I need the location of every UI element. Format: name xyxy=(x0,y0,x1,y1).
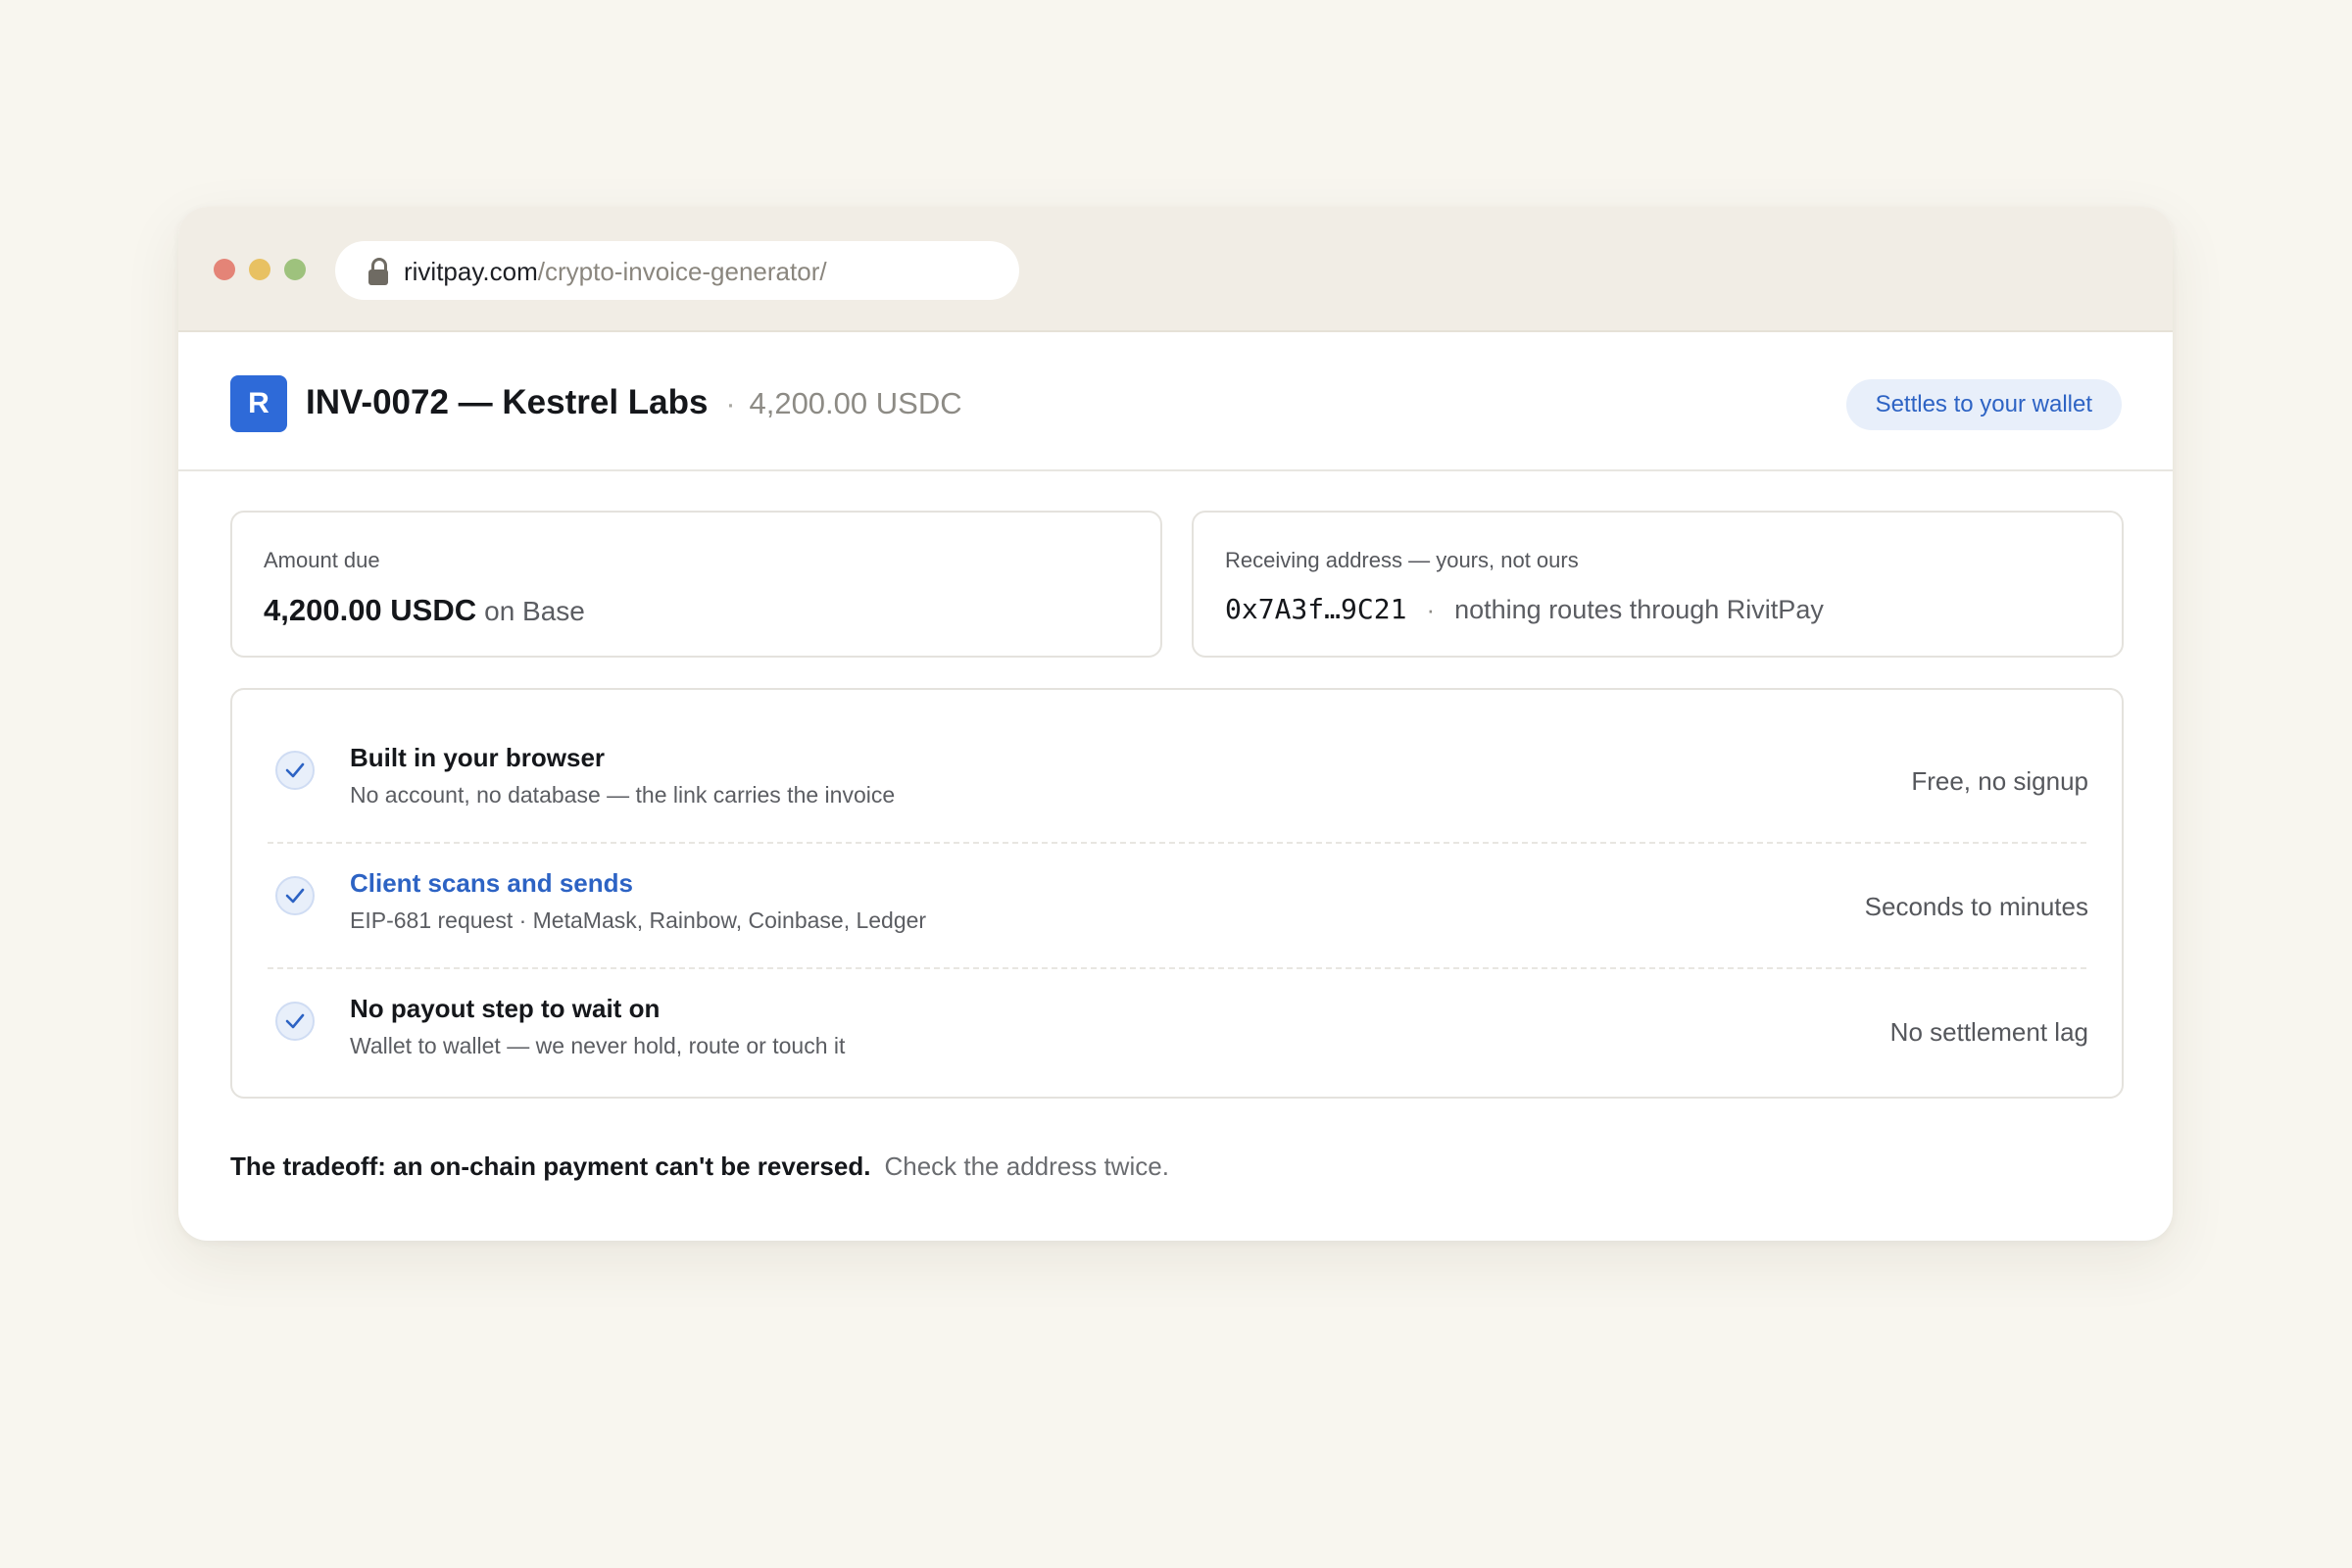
amount-due-value-line: 4,200.00 USDC on Base xyxy=(264,593,585,628)
feature-row: Client scans and sends EIP-681 request ·… xyxy=(232,841,2122,966)
url-path: /crypto-invoice-generator/ xyxy=(537,257,827,286)
client-scans-link[interactable]: Client scans and sends xyxy=(350,868,633,899)
feature-subtitle: Wallet to wallet — we never hold, route … xyxy=(350,1033,846,1058)
feature-detail: Seconds to minutes xyxy=(1864,892,2088,921)
feature-row: Built in your browser No account, no dat… xyxy=(232,715,2122,841)
browser-chrome: rivitpay.com/crypto-invoice-generator/ xyxy=(178,207,2173,332)
wallet-address[interactable]: 0x7A3f…9C21 xyxy=(1225,593,1406,625)
feature-subtitle: EIP-681 request · MetaMask, Rainbow, Coi… xyxy=(350,907,927,933)
feature-title: No payout step to wait on xyxy=(350,994,661,1023)
feature-title: Built in your browser xyxy=(350,743,606,772)
receiving-address-label: Receiving address — yours, not ours xyxy=(1225,548,1579,572)
browser-window: rivitpay.com/crypto-invoice-generator/ R… xyxy=(178,207,2173,1241)
tradeoff-note: The tradeoff: an on-chain payment can't … xyxy=(230,1152,1169,1182)
invoice-amount-summary: 4,200.00 USDC xyxy=(749,386,962,420)
amount-network: on Base xyxy=(484,596,585,626)
amount-due-card: Amount due 4,200.00 USDC on Base xyxy=(230,511,1162,658)
amount-due-value: 4,200.00 USDC xyxy=(264,593,477,627)
address-bar[interactable]: rivitpay.com/crypto-invoice-generator/ xyxy=(335,241,1019,300)
tradeoff-advice: Check the address twice. xyxy=(884,1152,1169,1181)
maximize-window-dot[interactable] xyxy=(284,259,306,280)
rivitpay-logo: R xyxy=(230,375,287,432)
address-separator: · xyxy=(1426,595,1436,624)
minimize-window-dot[interactable] xyxy=(249,259,270,280)
check-icon xyxy=(275,1002,315,1041)
lock-icon xyxy=(368,258,388,285)
receiving-address-card: Receiving address — yours, not ours 0x7A… xyxy=(1192,511,2124,658)
feature-subtitle: No account, no database — the link carri… xyxy=(350,782,896,808)
close-window-dot[interactable] xyxy=(214,259,235,280)
amount-due-label: Amount due xyxy=(264,548,380,572)
invoice-title: INV-0072 — Kestrel Labs xyxy=(306,383,709,421)
url-text[interactable]: rivitpay.com/crypto-invoice-generator/ xyxy=(404,257,827,287)
feature-detail: No settlement lag xyxy=(1889,1017,2088,1047)
address-note: nothing routes through RivitPay xyxy=(1454,595,1824,624)
feature-detail: Free, no signup xyxy=(1911,766,2088,796)
feature-row: No payout step to wait on Wallet to wall… xyxy=(232,966,2122,1092)
check-icon xyxy=(275,751,315,790)
feature-list: Built in your browser No account, no dat… xyxy=(230,688,2124,1099)
check-icon xyxy=(275,876,315,915)
settles-to-wallet-badge: Settles to your wallet xyxy=(1845,379,2122,430)
invoice-title-line: INV-0072 — Kestrel Labs · 4,200.00 USDC xyxy=(306,383,962,422)
tradeoff-warning: The tradeoff: an on-chain payment can't … xyxy=(230,1152,871,1181)
title-separator: · xyxy=(725,388,736,420)
url-domain: rivitpay.com xyxy=(404,257,538,286)
invoice-header: R INV-0072 — Kestrel Labs · 4,200.00 USD… xyxy=(178,332,2173,471)
receiving-address-line: 0x7A3f…9C21 · nothing routes through Riv… xyxy=(1225,593,1824,625)
